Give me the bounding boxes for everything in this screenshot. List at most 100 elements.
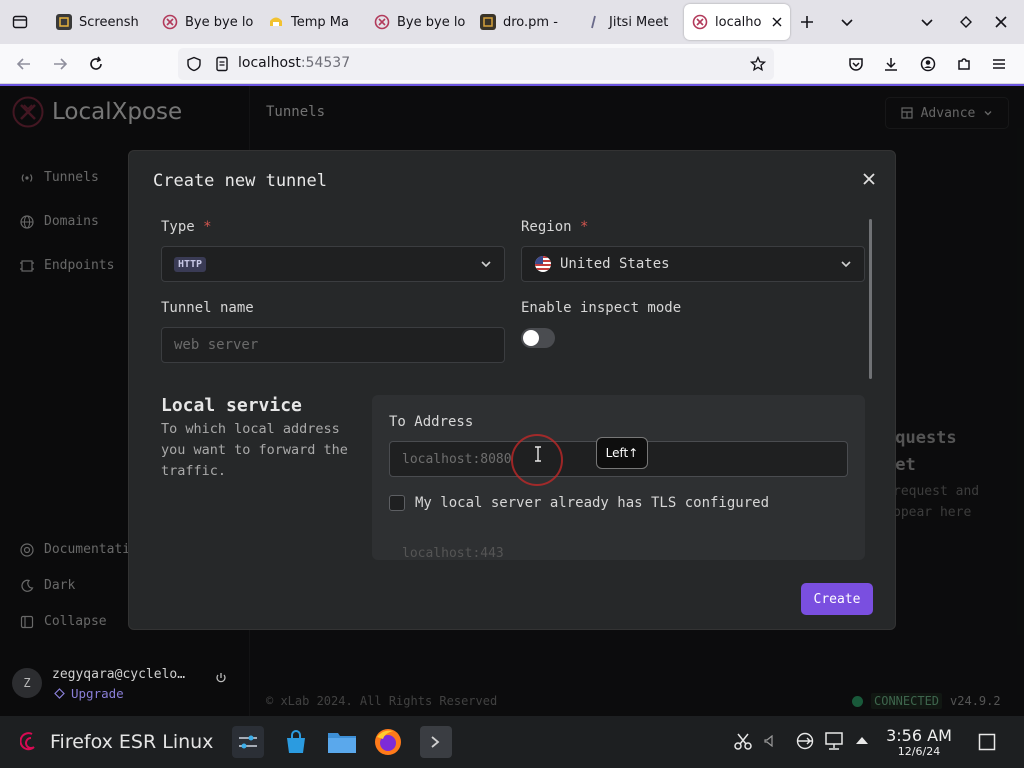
- window-minimize-button[interactable]: [913, 8, 941, 36]
- tunnel-name-label: Tunnel name: [161, 300, 254, 316]
- type-select[interactable]: HTTP: [161, 246, 505, 282]
- system-settings-icon[interactable]: [232, 726, 264, 758]
- tab-label: Screensh: [79, 14, 139, 30]
- upgrade-link[interactable]: Upgrade: [54, 686, 124, 701]
- required-mark: *: [580, 219, 589, 235]
- show-desktop-icon[interactable]: [978, 733, 996, 751]
- url-bar[interactable]: localhost:54537: [178, 48, 774, 80]
- chevron-down-icon: [840, 15, 854, 29]
- clock-time: 3:56 AM: [886, 726, 952, 745]
- window-maximize-button[interactable]: [952, 8, 980, 36]
- reload-icon: [88, 56, 104, 72]
- hamburger-icon: [991, 56, 1007, 72]
- dropm-icon: [480, 14, 496, 30]
- inspect-mode-toggle[interactable]: [521, 328, 555, 348]
- reload-button[interactable]: [82, 50, 110, 78]
- create-tunnel-modal: Create new tunnel Type * HTTP Region * U…: [128, 150, 896, 630]
- jitsi-icon: [586, 14, 602, 30]
- tempmail-icon: [268, 14, 284, 30]
- local-service-description: To which local address you want to forwa…: [161, 421, 348, 479]
- local-service-title: Local service: [161, 395, 302, 416]
- tab-label: Temp Ma: [291, 14, 349, 30]
- shield-icon[interactable]: [186, 56, 202, 72]
- page-info-icon[interactable]: [214, 56, 230, 72]
- region-select[interactable]: United States: [521, 246, 865, 282]
- taskbar-clock[interactable]: 3:56 AM 12/6/24: [884, 726, 954, 758]
- diamond-icon: [54, 688, 65, 699]
- scissors-icon[interactable]: [734, 732, 752, 750]
- browser-tab[interactable]: Bye bye lo: [366, 4, 470, 40]
- modal-title: Create new tunnel: [153, 171, 327, 191]
- pocket-button[interactable]: [842, 50, 870, 78]
- bookmark-star-icon[interactable]: [750, 56, 766, 72]
- faded-address-hint: localhost:443: [402, 546, 504, 560]
- browser-tab[interactable]: Temp Ma: [260, 4, 364, 40]
- menu-button[interactable]: [985, 50, 1013, 78]
- browser-tab-bar: Screensh Bye bye lo Temp Ma Bye bye lo d…: [0, 0, 1024, 44]
- click-indicator: [511, 434, 563, 486]
- required-mark: *: [203, 219, 212, 235]
- volume-icon[interactable]: [764, 735, 774, 747]
- forward-button[interactable]: [46, 50, 74, 78]
- terminal-icon[interactable]: [420, 726, 452, 758]
- browser-tab[interactable]: Screensh: [48, 4, 152, 40]
- tab-overview-icon: [12, 14, 28, 30]
- tab-overview-button[interactable]: [6, 8, 34, 36]
- to-address-label: To Address: [389, 414, 474, 430]
- localxpose-icon: [374, 14, 390, 30]
- store-icon[interactable]: [280, 726, 312, 758]
- browser-tab[interactable]: dro.pm -: [472, 4, 576, 40]
- window-close-button[interactable]: [987, 8, 1015, 36]
- localxpose-icon: [162, 14, 178, 30]
- list-all-tabs-button[interactable]: [833, 8, 861, 36]
- tls-checkbox[interactable]: [389, 495, 405, 511]
- debian-swirl-icon: [20, 731, 40, 753]
- firefox-icon[interactable]: [372, 726, 404, 758]
- modal-close-button[interactable]: [857, 167, 881, 191]
- taskbar-window-title: Firefox ESR Linux: [50, 731, 214, 753]
- create-button[interactable]: Create: [801, 583, 873, 615]
- tab-close-icon[interactable]: [772, 17, 782, 27]
- url-host: localhost: [238, 55, 301, 71]
- network-icon[interactable]: [824, 731, 844, 751]
- region-label: Region *: [521, 219, 588, 235]
- new-tab-button[interactable]: [793, 8, 821, 36]
- browser-tab[interactable]: Jitsi Meet: [578, 4, 682, 40]
- tab-label: Bye bye lo: [185, 14, 254, 30]
- downloads-button[interactable]: [877, 50, 905, 78]
- modal-scrollbar[interactable]: [869, 219, 872, 379]
- tunnel-name-input[interactable]: [161, 327, 505, 363]
- to-address-panel: To Address My local server already has T…: [372, 395, 865, 560]
- localxpose-icon: [692, 14, 708, 30]
- power-icon[interactable]: [215, 672, 227, 684]
- avatar[interactable]: Z: [12, 668, 42, 698]
- tls-label: My local server already has TLS configur…: [415, 495, 770, 511]
- extensions-button[interactable]: [950, 50, 978, 78]
- pocket-icon: [848, 56, 864, 72]
- chevron-down-icon: [840, 258, 852, 270]
- tls-checkbox-row[interactable]: My local server already has TLS configur…: [389, 495, 769, 511]
- url-port: :54537: [300, 55, 351, 71]
- browser-tab-active[interactable]: localho: [684, 4, 790, 40]
- region-value: United States: [560, 256, 670, 272]
- close-icon: [994, 15, 1008, 29]
- tab-label: Bye bye lo: [397, 14, 466, 30]
- back-button[interactable]: [10, 50, 38, 78]
- taskbar-active-window[interactable]: Firefox ESR Linux: [20, 731, 213, 753]
- browser-tab[interactable]: Bye bye lo: [154, 4, 258, 40]
- tray-expand-icon[interactable]: [855, 735, 869, 745]
- account-icon: [920, 56, 936, 72]
- user-email: zegyqara@cyclelo…: [52, 667, 186, 682]
- download-icon: [883, 56, 899, 72]
- usb-icon[interactable]: [795, 732, 815, 750]
- tab-label: Jitsi Meet: [609, 14, 669, 30]
- account-button[interactable]: [914, 50, 942, 78]
- toggle-knob: [523, 330, 539, 346]
- url-text: localhost:54537: [238, 55, 350, 71]
- close-icon: [863, 173, 875, 185]
- screenshot-icon: [56, 14, 72, 30]
- file-manager-icon[interactable]: [326, 726, 358, 758]
- type-label-text: Type: [161, 219, 195, 235]
- plus-icon: [800, 15, 814, 29]
- puzzle-icon: [956, 56, 972, 72]
